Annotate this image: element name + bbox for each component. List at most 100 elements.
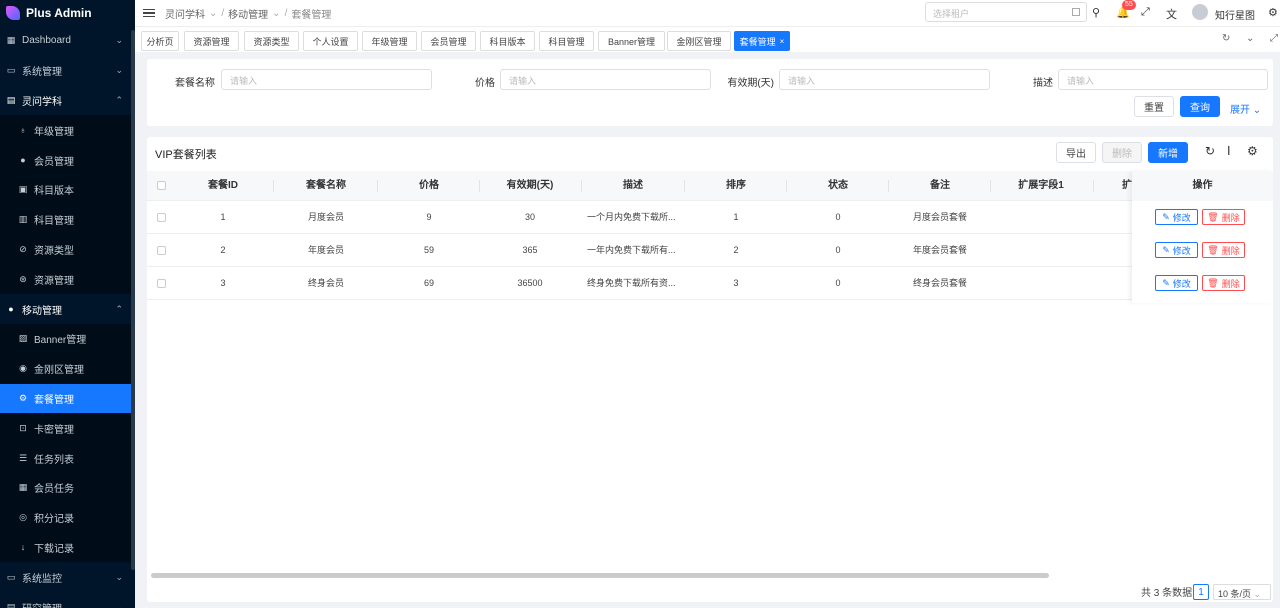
export-button[interactable]: 导出 (1056, 142, 1096, 163)
price-input[interactable]: 请输入 (500, 69, 711, 90)
sidebar-item[interactable]: ↓ 下载记录 (0, 532, 135, 563)
sidebar-item[interactable]: ▭ 系统监控 ⌄ (0, 562, 135, 592)
breadcrumb-item[interactable]: 移动管理 (228, 6, 268, 21)
sidebar-item[interactable]: ◉ 金刚区管理 (0, 353, 135, 384)
cell-name: 终身会员 (307, 278, 344, 288)
sidebar-item[interactable]: ▣ 科目版本 (0, 174, 135, 205)
tab[interactable]: 资源类型 (244, 31, 299, 51)
tab[interactable]: 会员管理 (421, 31, 476, 51)
edit-button[interactable]: ✎ 修改 (1155, 242, 1198, 258)
tab[interactable]: 科目管理 (539, 31, 594, 51)
cell-sort: 3 (733, 278, 739, 288)
tab-label: Banner管理 (607, 36, 656, 47)
calendar-icon: ▣ (18, 184, 28, 195)
cell-name: 月度会员 (307, 212, 344, 222)
edit-button[interactable]: ✎ 修改 (1155, 209, 1198, 225)
delete-button[interactable]: 🗑 删除 (1202, 209, 1245, 225)
sidebar-item-label: 会员任务 (34, 484, 74, 496)
tab[interactable]: 个人设置 (303, 31, 358, 51)
sidebar-item-label: 研究管理 (22, 600, 62, 608)
tenant-select[interactable]: 选择租户 (925, 2, 1087, 22)
table-row[interactable]: 1 月度会员 9 30 一个月内免费下载所... 1 0 月度会员套餐 (147, 201, 1273, 234)
sidebar-item[interactable]: ▭ 系统管理 ⌄ (0, 56, 135, 86)
sidebar-item[interactable]: ▦ 会员任务 (0, 472, 135, 503)
user-name[interactable]: 知行星图 (1215, 7, 1255, 22)
refresh-icon[interactable]: ↻ (1205, 144, 1215, 158)
expand-icon[interactable]: ⤢ (1270, 33, 1278, 44)
horizontal-scrollbar[interactable] (151, 573, 1049, 578)
row-checkbox[interactable] (157, 213, 166, 222)
sidebar-item[interactable]: ● 会员管理 (0, 145, 135, 175)
breadcrumb-item[interactable]: 灵问学科 (165, 6, 205, 21)
page-number-button[interactable]: 1 (1193, 584, 1209, 600)
search-icon[interactable]: ⚲ (1092, 6, 1100, 19)
sidebar-item[interactable]: ⚙ 套餐管理 (0, 383, 135, 414)
row-checkbox[interactable] (157, 279, 166, 288)
refresh-icon[interactable]: ↻ (1222, 33, 1230, 44)
sidebar-item-label: 系统监控 (22, 573, 62, 585)
column-height-icon[interactable]: Ⅰ (1227, 144, 1231, 158)
settings-gear-icon[interactable]: ⚙ (1268, 6, 1278, 19)
batch-delete-button[interactable]: 删除 (1102, 142, 1142, 163)
sidebar-item[interactable]: ▨ Banner管理 (0, 323, 135, 354)
app-logo[interactable]: Plus Admin (0, 0, 135, 26)
sidebar-item[interactable]: ♁ 年级管理 (0, 115, 135, 146)
name-input[interactable]: 请输入 (221, 69, 432, 90)
sidebar-item[interactable]: ⊡ 卡密管理 (0, 413, 135, 444)
monitor-icon: ▭ (6, 571, 16, 582)
edit-button[interactable]: ✎ 修改 (1155, 275, 1198, 291)
expand-link[interactable]: 展开 ⌄ (1230, 101, 1261, 116)
cell-desc: 一个月内免费下载所... (587, 212, 676, 222)
delete-button[interactable]: 🗑 删除 (1202, 275, 1245, 291)
fullscreen-icon[interactable]: ⤢ (1141, 6, 1150, 19)
sidebar-item[interactable]: ☰ 任务列表 (0, 443, 135, 473)
tab[interactable]: 资源管理 (184, 31, 239, 51)
chevron-down-icon: ⌄ (272, 7, 281, 19)
sidebar-item[interactable]: ▦ Dashboard ⌄ (0, 26, 135, 56)
avatar[interactable] (1192, 4, 1208, 20)
sidebar-item[interactable]: ◎ 积分记录 (0, 502, 135, 533)
select-all-checkbox[interactable] (157, 181, 166, 190)
sidebar-item[interactable]: ● 移动管理 ⌃ (0, 294, 135, 324)
tab[interactable]: 科目版本 (480, 31, 535, 51)
cell-sort: 2 (733, 245, 739, 255)
translate-icon[interactable]: 文 (1166, 6, 1177, 22)
settings-gear-icon[interactable]: ⚙ (1247, 144, 1258, 158)
app-title: Plus Admin (26, 6, 92, 20)
delete-label: 删除 (1221, 278, 1240, 289)
sidebar-item[interactable]: ▤ 灵问学科 ⌃ (0, 86, 135, 116)
tab[interactable]: 年级管理 (362, 31, 417, 51)
edit-icon: ✎ (1162, 244, 1170, 255)
reset-button[interactable]: 重置 (1134, 96, 1174, 117)
days-input[interactable]: 请输入 (779, 69, 990, 90)
table-row[interactable]: 2 年度会员 59 365 一年内免费下载所有... 2 0 年度会员套餐 (147, 234, 1273, 267)
col-header: 有效期(天) (506, 180, 554, 191)
chevron-up-icon: ⌃ (115, 94, 123, 105)
tab[interactable]: 套餐管理 × (734, 31, 790, 51)
tab[interactable]: 金刚区管理 (667, 31, 731, 51)
sidebar-scrollbar[interactable] (131, 30, 135, 570)
field-label-name: 套餐名称 (175, 78, 215, 89)
delete-button[interactable]: 🗑 删除 (1202, 242, 1245, 258)
col-header: 价格 (419, 180, 439, 191)
sidebar-item[interactable]: ⊘ 资源类型 (0, 234, 135, 265)
tab[interactable]: 分析页 (141, 31, 179, 51)
query-button[interactable]: 查询 (1180, 96, 1220, 117)
tab[interactable]: Banner管理 (598, 31, 665, 51)
menu-toggle-icon[interactable] (143, 7, 155, 20)
table-row[interactable]: 3 终身会员 69 36500 终身免费下载所有资... 3 0 终身会员套餐 (147, 267, 1273, 300)
page-size-select[interactable]: 10 条/页 ⌄ (1213, 584, 1271, 600)
sidebar-item[interactable]: ▥ 科目管理 (0, 204, 135, 235)
sidebar-item-label: 资源管理 (34, 275, 74, 287)
row-checkbox[interactable] (157, 246, 166, 255)
add-button[interactable]: 新增 (1148, 142, 1188, 163)
chevron-down-icon[interactable]: ⌄ (1246, 33, 1254, 44)
delete-label: 删除 (1221, 212, 1240, 223)
cell-name: 年度会员 (307, 245, 344, 255)
sidebar-item[interactable]: ⊛ 资源管理 (0, 264, 135, 295)
sidebar-item[interactable]: ▤ 研究管理 ⌄ (0, 592, 135, 608)
book-icon: ▥ (18, 214, 28, 225)
lock-icon: ⊡ (19, 422, 27, 433)
desc-input[interactable]: 请输入 (1058, 69, 1268, 90)
close-icon[interactable]: × (780, 37, 785, 46)
